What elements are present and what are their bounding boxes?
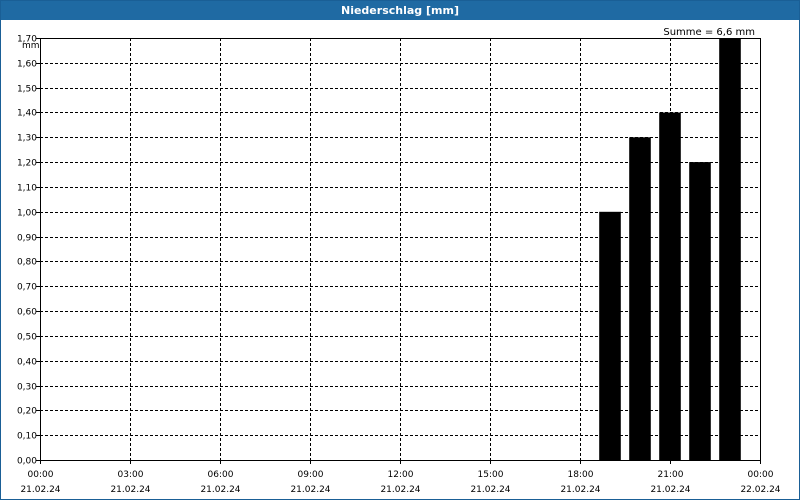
precipitation-bar [629, 137, 651, 461]
x-tick-date-label: 21.02.24 [20, 485, 60, 495]
y-axis: 0,00 0,10 0,20 0,30 0,40 0,50 0,60 0,70 0,80 0,90… [17, 35, 40, 467]
y-tick-label: 1,00 [17, 209, 37, 219]
x-tick-time-label: 12:00 [388, 470, 414, 480]
y-tick-label: 1,10 [17, 184, 37, 194]
precipitation-chart: 0,00 0,10 0,20 0,30 0,40 0,50 0,60 0,70 0,80 0,90… [17, 35, 781, 496]
x-tick-time-label: 03:00 [118, 470, 144, 480]
x-tick-date-label: 21.02.24 [560, 485, 600, 495]
y-tick-label: 1,60 [17, 60, 37, 70]
precipitation-bar [719, 38, 741, 460]
y-tick-label: 0,00 [17, 457, 37, 467]
y-tick-label: 0,60 [17, 308, 37, 318]
precipitation-bar [599, 211, 621, 460]
y-tick-label: 1,40 [17, 109, 37, 119]
x-tick-date-label: 22.02.24 [740, 485, 780, 495]
y-tick-label: 0,20 [17, 407, 37, 417]
x-tick-date-label: 21.02.24 [650, 485, 690, 495]
x-axis: 00:00 21.02.24 03:00 21.02.24 06:00 21.02.24 0… [20, 460, 781, 495]
y-tick-label: 0,80 [17, 258, 37, 268]
y-tick-label: 0,10 [17, 432, 37, 442]
y-tick-label: 1,30 [17, 134, 37, 144]
x-tick-time-label: 18:00 [568, 470, 594, 480]
y-tick-label: 0,90 [17, 234, 37, 244]
y-tick-label: 1,50 [17, 85, 37, 95]
x-tick-date-label: 21.02.24 [110, 485, 150, 495]
precipitation-bar [659, 112, 681, 460]
y-tick-label: 1,20 [17, 159, 37, 169]
y-tick-label: 0,70 [17, 283, 37, 293]
x-tick-date-label: 21.02.24 [380, 485, 420, 495]
bar-series [599, 38, 741, 461]
grid-lines [40, 38, 760, 460]
x-tick-time-label: 00:00 [748, 470, 774, 480]
y-tick-label: 0,40 [17, 358, 37, 368]
x-tick-time-label: 15:00 [478, 470, 504, 480]
y-tick-label: 0,50 [17, 333, 37, 343]
x-tick-date-label: 21.02.24 [470, 485, 510, 495]
x-tick-date-label: 21.02.24 [200, 485, 240, 495]
precipitation-bar [689, 162, 711, 460]
x-tick-time-label: 06:00 [208, 470, 234, 480]
x-tick-time-label: 21:00 [658, 470, 684, 480]
x-tick-time-label: 09:00 [298, 470, 324, 480]
x-tick-date-label: 21.02.24 [290, 485, 330, 495]
y-tick-label: 0,30 [17, 383, 37, 393]
y-axis-label: mm [22, 41, 40, 51]
x-tick-time-label: 00:00 [28, 470, 54, 480]
